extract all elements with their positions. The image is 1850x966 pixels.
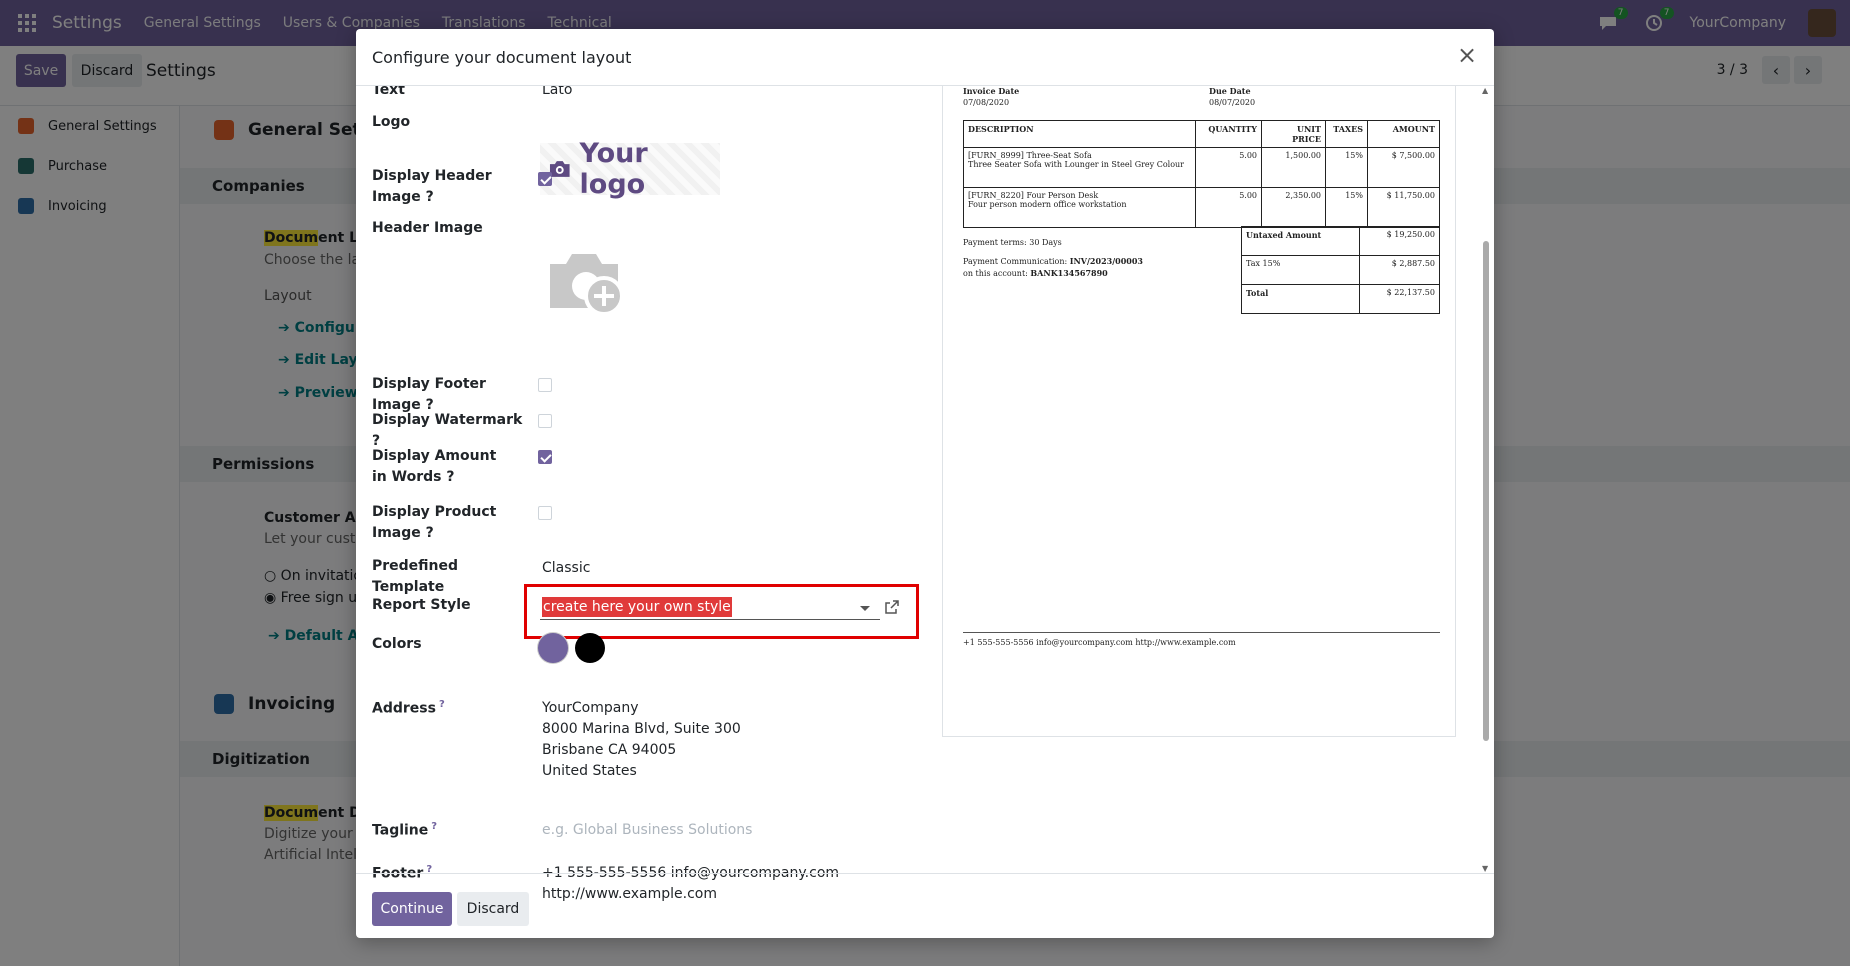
address-help-icon[interactable]: ? (439, 699, 445, 710)
report-style-value[interactable]: create here your own style (542, 597, 732, 617)
dialog-header: Configure your document layout × (356, 29, 1494, 86)
dialog-scrollbar[interactable]: ▲ ▼ (1480, 86, 1492, 873)
address-line-4: United States (542, 763, 637, 779)
caret-down-icon[interactable] (860, 606, 870, 611)
header-image-label: Header Image (372, 220, 483, 236)
predefined-template-value[interactable]: Classic (542, 558, 590, 579)
display-amount-words-label: Display Amount in Words ? (372, 448, 497, 485)
tagline-help-icon[interactable]: ? (431, 821, 437, 832)
invoice-date-value: 07/08/2020 (963, 98, 1010, 107)
text-label: Text (372, 86, 405, 98)
address-line-2: 8000 Marina Blvd, Suite 300 (542, 721, 741, 737)
add-header-image-icon[interactable] (546, 246, 628, 322)
display-footer-image-checkbox[interactable] (538, 378, 552, 392)
dialog-body: Text Lato Logo Your logo Display Header … (356, 86, 1494, 902)
display-header-image-checkbox[interactable] (538, 172, 552, 186)
tagline-label: Tagline? (372, 821, 438, 839)
external-link-icon[interactable] (884, 599, 900, 615)
report-style-select[interactable]: create here your own style (540, 596, 880, 620)
continue-button[interactable]: Continue (372, 892, 452, 926)
invoice-lines-table: DESCRIPTION QUANTITY UNIT PRICE TAXES AM… (963, 120, 1440, 228)
display-amount-words-checkbox[interactable] (538, 450, 552, 464)
tagline-input[interactable]: e.g. Global Business Solutions (542, 820, 752, 841)
table-row: [FURN_8999] Three-Seat Sofa Three Seater … (963, 147, 1440, 188)
display-product-image-label: Display Product Image ? (372, 504, 497, 541)
payment-terms: Payment terms: 30 Days (963, 238, 1062, 247)
preview-footer: +1 555-555-5556 info@yourcompany.com htt… (963, 638, 1236, 647)
display-header-image-label: Display Header Image ? (372, 168, 492, 205)
close-icon[interactable]: × (1454, 43, 1480, 69)
dialog-discard-button[interactable]: Discard (457, 892, 529, 926)
logo-upload[interactable]: Your logo (540, 138, 720, 200)
preview-footer-rule (963, 632, 1440, 633)
address-line-3: Brisbane CA 94005 (542, 742, 677, 758)
totals-table: Untaxed Amount $ 19,250.00 Tax 15% $ 2,8… (1241, 226, 1441, 314)
table-row: [FURN_8220] Four Person Desk Four person … (963, 187, 1440, 228)
predefined-template-label: Predefined Template (372, 558, 459, 595)
payment-communication: Payment Communication: INV/2023/00003 (963, 256, 1143, 266)
document-layout-dialog: Configure your document layout × Text La… (356, 29, 1494, 938)
scroll-down-icon[interactable]: ▼ (1482, 864, 1488, 873)
scroll-up-icon[interactable]: ▲ (1482, 86, 1488, 95)
table-row: Tax 15% $ 2,887.50 (1241, 255, 1441, 285)
scroll-thumb[interactable] (1483, 241, 1489, 741)
dialog-title: Configure your document layout (372, 48, 632, 67)
display-product-image-checkbox[interactable] (538, 506, 552, 520)
payment-account: on this account: BANK134567890 (963, 268, 1108, 278)
table-row: Untaxed Amount $ 19,250.00 (1241, 226, 1441, 256)
report-style-label: Report Style (372, 597, 471, 613)
logo-label: Logo (372, 114, 411, 130)
address-label: Address? (372, 699, 445, 717)
due-date-label: Due Date (1209, 86, 1251, 96)
table-row: Total $ 22,137.50 (1241, 284, 1441, 314)
due-date-value: 08/07/2020 (1209, 98, 1256, 107)
primary-color-swatch[interactable] (538, 633, 568, 663)
display-watermark-checkbox[interactable] (538, 414, 552, 428)
invoice-date-label: Invoice Date (963, 86, 1020, 96)
colors-label: Colors (372, 636, 422, 652)
table-header-row: DESCRIPTION QUANTITY UNIT PRICE TAXES AM… (963, 120, 1440, 148)
document-preview: Invoice Date 07/08/2020 Due Date 08/07/2… (942, 86, 1456, 737)
dialog-footer: Continue Discard (356, 873, 1494, 938)
logo-text: Your logo (579, 138, 648, 200)
address-line-1: YourCompany (542, 700, 639, 716)
text-font-value[interactable]: Lato (542, 86, 572, 101)
secondary-color-swatch[interactable] (575, 633, 605, 663)
